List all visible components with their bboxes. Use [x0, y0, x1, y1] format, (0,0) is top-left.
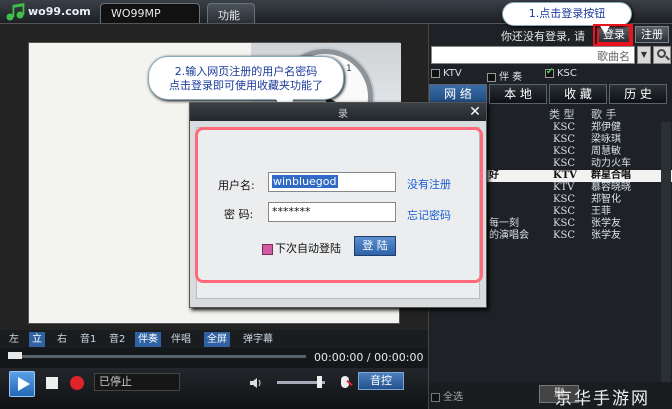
- volume-handle[interactable]: [317, 376, 322, 388]
- mode-button[interactable]: 音1: [77, 332, 99, 347]
- column-type: 类 型: [549, 108, 575, 121]
- tab-local[interactable]: 本 地: [489, 84, 547, 104]
- password-label: 密 码:: [224, 208, 254, 221]
- callout-step-2-line2: 点击登录即可使用收藏夹功能了: [169, 79, 323, 92]
- song-artist: 慕容晓晓: [591, 182, 631, 193]
- clock-number-1: 1: [346, 64, 352, 74]
- tab-history[interactable]: 历 史: [609, 84, 667, 104]
- microphone-muted-icon[interactable]: [341, 376, 349, 388]
- login-highlight: [593, 24, 633, 46]
- song-name: 每一刻: [489, 218, 519, 229]
- search-hint: 歌曲名: [597, 50, 630, 63]
- song-name: 的演唱会: [489, 230, 529, 241]
- song-type: KSC: [553, 134, 575, 145]
- song-type: KSC: [553, 158, 575, 169]
- login-status-text: 你还没有登录, 请: [501, 30, 585, 43]
- song-artist: 群星合唱: [591, 170, 631, 181]
- callout-step-2: 2.输入网页注册的用户名密码 点击登录即可使用收藏夹功能了: [148, 56, 344, 100]
- filter-ksc[interactable]: KSC: [545, 67, 577, 79]
- audio-mode-strip: 左立右音1 音2 伴奏 伴唱 全屏 弹字幕: [0, 330, 428, 348]
- record-icon[interactable]: [70, 376, 84, 390]
- song-artist: 周慧敏: [591, 146, 621, 157]
- song-artist: 梁咏琪: [591, 134, 621, 145]
- checkbox-icon[interactable]: [431, 68, 440, 78]
- song-type: KSC: [553, 194, 575, 205]
- dialog-title: 录: [338, 109, 348, 120]
- song-artist: 张学友: [591, 230, 621, 241]
- dialog-login-button[interactable]: 登 陆: [354, 236, 396, 256]
- song-artist: 郑智化: [591, 194, 621, 205]
- checkbox-icon[interactable]: [262, 243, 273, 255]
- song-type: KSC: [553, 218, 575, 229]
- seek-handle[interactable]: [8, 352, 22, 359]
- register-link[interactable]: 没有注册: [407, 176, 451, 192]
- song-artist: 郑伊健: [591, 122, 621, 133]
- song-type: KTV: [553, 170, 577, 181]
- mode-button[interactable]: 音2: [106, 332, 128, 347]
- search-input[interactable]: 歌曲名: [431, 46, 635, 64]
- username-label: 用户名:: [218, 179, 255, 192]
- time-display: 00:00:00 / 00:00:00: [314, 351, 424, 364]
- play-icon[interactable]: [9, 371, 35, 397]
- filter-ktv[interactable]: KTV: [431, 68, 462, 79]
- search-icon[interactable]: [653, 46, 671, 64]
- username-field[interactable]: winbluegod: [268, 172, 396, 192]
- close-icon[interactable]: ✕: [466, 103, 484, 121]
- mode-button[interactable]: 弹字幕: [240, 332, 276, 347]
- song-list-scrollbar[interactable]: [661, 122, 671, 382]
- password-field[interactable]: *******: [268, 202, 396, 222]
- auto-login-checkbox[interactable]: 下次自动登陆: [262, 240, 341, 256]
- callout-step-1: 1.点击登录按钮: [502, 2, 632, 34]
- logo-text: wo99.com: [28, 5, 91, 18]
- list-footer: 全选 删 京华手游网: [429, 382, 672, 409]
- seek-track[interactable]: [8, 355, 306, 358]
- mode-button[interactable]: 伴唱: [168, 332, 194, 347]
- mode-button[interactable]: 伴奏: [135, 332, 161, 347]
- forgot-password-link[interactable]: 忘记密码: [407, 207, 451, 223]
- speaker-icon[interactable]: [250, 378, 262, 388]
- song-name: 好: [489, 170, 499, 181]
- tab-favorites[interactable]: 收 藏: [549, 84, 607, 104]
- sound-control-button[interactable]: 音控: [358, 372, 404, 390]
- tab-functions[interactable]: 功能: [207, 3, 255, 23]
- tab-network[interactable]: 网 络: [429, 84, 487, 104]
- playback-status: 已停止: [94, 373, 180, 391]
- library-tabs: 网 络 本 地 收 藏 历 史: [429, 84, 672, 104]
- column-artist: 歌 手: [591, 108, 617, 121]
- register-button[interactable]: 注册: [635, 26, 669, 43]
- stop-icon[interactable]: [46, 377, 58, 389]
- dialog-titlebar: 录 ✕: [190, 103, 486, 121]
- playback-controls: 已停止 音控: [0, 368, 428, 409]
- callout-step-2-line1: 2.输入网页注册的用户名密码: [174, 65, 318, 78]
- select-all-checkbox[interactable]: 全选: [431, 388, 463, 403]
- watermark: 京华手游网: [555, 389, 650, 409]
- checkbox-checked-icon[interactable]: [545, 67, 554, 78]
- song-type: KSC: [553, 230, 575, 241]
- mode-button[interactable]: 左: [6, 332, 22, 347]
- song-type: KTV: [553, 182, 575, 193]
- chevron-down-icon[interactable]: ▼: [637, 46, 651, 64]
- song-type: KSC: [553, 146, 575, 157]
- mode-button[interactable]: 立: [29, 332, 45, 347]
- song-artist: 王菲: [591, 206, 611, 217]
- filter-bar: KTV 伴 奏 KSC: [429, 66, 672, 84]
- music-note-logo-icon: [6, 3, 25, 21]
- song-artist: 张学友: [591, 218, 621, 229]
- song-type: KSC: [553, 206, 575, 217]
- filter-accompaniment[interactable]: 伴 奏: [487, 68, 522, 83]
- checkbox-icon[interactable]: [487, 72, 496, 82]
- song-type: KSC: [553, 122, 575, 133]
- song-artist: 动力火车: [591, 158, 631, 169]
- mode-button[interactable]: 全屏: [204, 332, 230, 347]
- mode-button[interactable]: 右: [54, 332, 70, 347]
- seek-bar: 00:00:00 / 00:00:00: [0, 348, 428, 368]
- tab-wo99mp[interactable]: WO99MP: [100, 3, 200, 23]
